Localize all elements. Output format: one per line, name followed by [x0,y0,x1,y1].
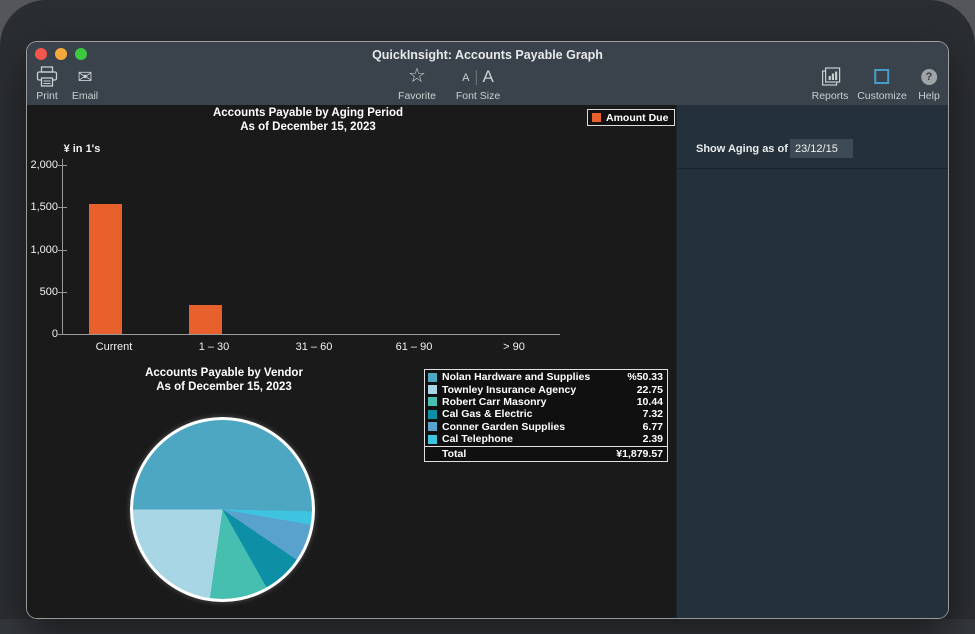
window-title: QuickInsight: Accounts Payable Graph [27,48,948,62]
bar-chart-title: Accounts Payable by Aging Period As of D… [27,106,589,134]
reports-icon [812,65,849,88]
font-size-icon: A A [456,65,500,88]
vendor-swatch-icon [428,435,437,444]
pie-chart-title-line2: As of December 15, 2023 [87,380,361,394]
show-aging-label: Show Aging as of [696,143,788,155]
vendor-name: Robert Carr Masonry [442,396,637,408]
y-axis-line [62,159,63,334]
font-size-label: Font Size [456,90,500,102]
desktop-bottom-strip [0,619,975,634]
vendor-swatch-icon [428,422,437,431]
vendor-percent-value: 2.39 [643,433,667,445]
x-category-label: 31 – 60 [269,341,359,353]
amount-due-bar[interactable] [189,305,222,334]
x-axis-line [62,334,560,335]
vendor-percent-value: 22.75 [637,384,667,396]
y-tick-label: 0 [27,328,58,340]
vendor-percent-value: 10.44 [637,396,667,408]
vendor-legend-row: Cal Telephone2.39 [425,433,667,445]
print-label: Print [36,90,59,102]
y-tick-mark [58,334,67,335]
vendor-name: Nolan Hardware and Supplies [442,371,627,383]
vendor-pie-chart[interactable] [133,420,312,599]
pie-chart-title: Accounts Payable by Vendor As of Decembe… [87,366,361,394]
print-icon [36,65,59,88]
x-category-label: > 90 [469,341,559,353]
customize-button[interactable]: Customize [857,65,907,102]
vendor-legend-table: Nolan Hardware and Supplies%50.33Townley… [424,369,668,462]
amount-due-legend-label: Amount Due [606,112,668,124]
window-chrome: QuickInsight: Accounts Payable Graph Pri… [27,42,948,105]
favorite-button[interactable]: ☆ Favorite [398,65,436,102]
amount-due-swatch-icon [592,113,601,122]
customize-icon [857,65,907,88]
report-content: Accounts Payable by Aging Period As of D… [27,105,948,618]
bar-chart-title-line1: Accounts Payable by Aging Period [27,106,589,120]
font-size-small-a: A [462,72,469,85]
reports-label: Reports [812,90,849,102]
customize-label: Customize [857,90,907,102]
vendor-pie-ring [130,417,315,602]
amount-due-bar[interactable] [89,204,122,334]
vendor-legend-row: Robert Carr Masonry10.44 [425,396,667,408]
desktop-background: QuickInsight: Accounts Payable Graph Pri… [0,0,975,634]
reports-button[interactable]: Reports [812,65,849,102]
help-label: Help [918,90,940,102]
vendor-swatch-icon [428,410,437,419]
y-tick-mark [58,250,67,251]
vendor-legend-row: Townley Insurance Agency22.75 [425,383,667,395]
y-axis-unit-label: ¥ in 1's [47,143,117,155]
bar-chart-title-line2: As of December 15, 2023 [27,120,589,134]
x-category-label: Current [69,341,159,353]
help-icon: ? [918,65,940,88]
vendor-name: Conner Garden Supplies [442,421,643,433]
vendor-name: Cal Gas & Electric [442,408,643,420]
y-tick-label: 1,500 [27,201,58,213]
font-size-button[interactable]: A A Font Size [456,65,500,102]
y-tick-label: 1,000 [27,244,58,256]
font-size-separator [475,70,476,85]
favorite-label: Favorite [398,90,436,102]
app-window: QuickInsight: Accounts Payable Graph Pri… [27,42,948,618]
vendor-name: Townley Insurance Agency [442,384,637,396]
vendor-swatch-icon [428,385,437,394]
print-button[interactable]: Print [36,65,59,102]
y-tick-mark [58,207,67,208]
email-icon: ✉ [72,65,98,88]
amount-due-legend: Amount Due [587,109,675,126]
vendor-percent-value: 7.32 [643,408,667,420]
x-category-label: 1 – 30 [169,341,259,353]
y-tick-mark [58,292,67,293]
vendor-swatch-icon [428,397,437,406]
vendor-swatch-icon [428,373,437,382]
vendor-legend-row: Cal Gas & Electric7.32 [425,408,667,420]
y-tick-mark [58,165,67,166]
email-button[interactable]: ✉ Email [72,65,98,102]
vendor-total-row: Total¥1,879.57 [425,446,667,460]
help-button[interactable]: ? Help [918,65,940,102]
vendor-legend-row: Conner Garden Supplies6.77 [425,421,667,433]
y-tick-label: 500 [27,286,58,298]
vendor-total-value: ¥1,879.57 [616,448,667,460]
aging-date-input[interactable] [790,139,853,158]
y-tick-label: 2,000 [27,159,58,171]
vendor-total-label: Total [425,448,616,460]
x-category-label: 61 – 90 [369,341,459,353]
vendor-legend-row: Nolan Hardware and Supplies%50.33 [425,371,667,383]
options-panel: Show Aging as of [676,105,948,618]
panel-divider [677,168,948,169]
vendor-name: Cal Telephone [442,433,643,445]
vendor-percent-value: %50.33 [627,371,667,383]
favorite-star-icon: ☆ [398,65,436,88]
vendor-percent-value: 6.77 [643,421,667,433]
pie-chart-title-line1: Accounts Payable by Vendor [87,366,361,380]
font-size-big-a: A [482,68,493,85]
email-label: Email [72,90,98,102]
